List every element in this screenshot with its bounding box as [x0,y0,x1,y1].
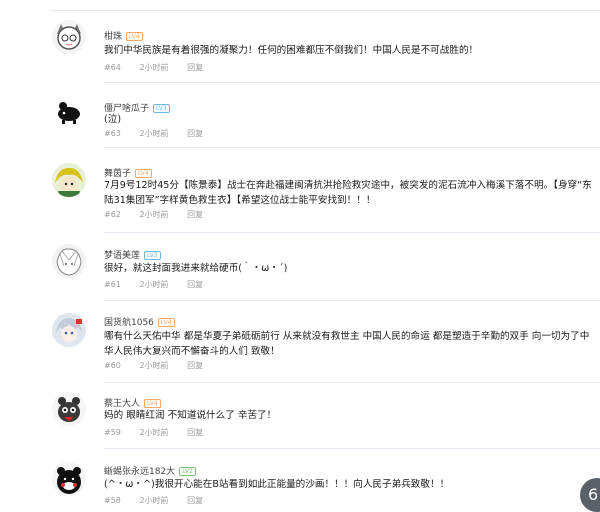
comment-time: 2小时前 [139,129,169,138]
avatar[interactable] [52,20,86,54]
avatar[interactable] [52,163,86,197]
level-badge: LV4 [126,32,143,41]
comment-floor: #61 [104,280,121,289]
comment-username[interactable]: 梦语美莲 [104,251,140,261]
level-badge: LV2 [179,467,196,476]
comment-time: 2小时前 [139,428,169,437]
reply-button[interactable]: 回复 [187,129,203,138]
comment-time: 2小时前 [139,496,169,505]
comment-time: 2小时前 [139,361,169,370]
comment-floor: #59 [104,428,121,437]
avatar[interactable] [52,244,86,278]
comment-floor: #62 [104,210,121,219]
avatar[interactable] [52,462,86,496]
comment-floor: #60 [104,361,121,370]
comment-text: (^・ω・^)我很开心能在B站看到如此正能量的沙画！！！向人民子弟兵致敬！！ [104,479,450,490]
level-badge: LV4 [144,399,161,408]
comment-divider [104,232,600,233]
comment-time: 2小时前 [139,280,169,289]
comment-text: (泣) [104,114,122,125]
comment-divider [104,82,600,83]
comment-divider [104,448,600,449]
avatar[interactable] [52,392,86,426]
comment-text: 妈的 眼睛红润 不知道说什么了 辛苦了！ [104,410,277,421]
reply-button[interactable]: 回复 [187,210,203,219]
comment-username[interactable]: 柑珠 [104,32,122,42]
level-badge: LV3 [144,251,161,260]
comment-username[interactable]: 国货航1056 [104,318,154,328]
level-badge: LV4 [135,169,152,178]
reply-button[interactable]: 回复 [187,280,203,289]
comment-text: 我们中华民族是有着很强的凝聚力！任何的困难都压不倒我们！中国人民是不可战胜的！ [104,45,479,56]
comment-text: 7月9号12时45分【陈景泰】战士在奔赴福建闽清抗洪抢险救灾途中，被突发的泥石流… [104,180,592,206]
floating-counter-badge[interactable]: 6 [580,478,600,512]
reply-button[interactable]: 回复 [187,63,203,72]
comment-time: 2小时前 [139,210,169,219]
avatar[interactable] [52,96,86,130]
comment-divider [104,382,600,383]
top-divider [51,10,600,11]
comment-floor: #63 [104,129,121,138]
comment-divider [104,147,600,148]
comment-divider [104,300,600,301]
comment-text: 很好，就这封面我进来就给硬币(｀・ω・´) [104,263,288,274]
comment-floor: #58 [104,496,121,505]
comment-floor: #64 [104,63,121,72]
comment-text: 哪有什么天佑中华 都是华夏子弟砥砺前行 从来就没有救世主 中国人民的命运 都是塑… [104,331,590,357]
reply-button[interactable]: 回复 [187,496,203,505]
comment-username[interactable]: 蜥蜴张永远182大 [104,467,175,477]
reply-button[interactable]: 回复 [187,428,203,437]
level-badge: LV4 [157,318,175,327]
comment-time: 2小时前 [139,63,169,72]
reply-button[interactable]: 回复 [187,361,203,370]
avatar[interactable] [52,313,86,347]
